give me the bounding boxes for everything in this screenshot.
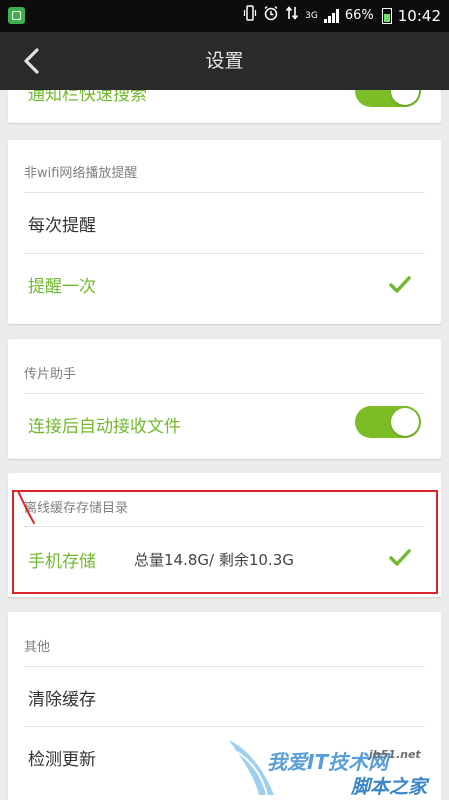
vibrate-icon	[243, 5, 257, 27]
status-icons: 3G 66% 10:42	[243, 5, 441, 27]
clear-cache-row[interactable]: 清除缓存	[24, 666, 425, 727]
watermark-sub: 脚本之家	[351, 776, 428, 798]
page-title: 设置	[205, 50, 244, 72]
battery-icon	[381, 8, 392, 24]
auto-receive-toggle[interactable]	[355, 406, 421, 438]
other-header: 其他	[24, 640, 51, 655]
network-type-label: 3G	[305, 11, 318, 21]
annotation-highlight-box	[12, 490, 438, 594]
option-each-label: 每次提醒	[28, 216, 96, 236]
alarm-icon	[263, 5, 279, 27]
transfer-helper-card: 传片助手 连接后自动接收文件	[8, 339, 441, 459]
non-wifi-header: 非wifi网络播放提醒	[24, 166, 138, 181]
auto-receive-row[interactable]: 连接后自动接收文件	[24, 393, 425, 454]
clear-cache-label: 清除缓存	[28, 690, 96, 710]
watermark: 我爱IT技术网 jb51.net 脚本之家	[219, 730, 449, 800]
signal-icon	[323, 9, 339, 23]
app-header: 设置	[0, 32, 449, 90]
app-notification-icon	[8, 7, 25, 24]
non-wifi-card: 非wifi网络播放提醒 每次提醒 提醒一次	[8, 140, 441, 324]
annotation-pen-stroke	[17, 490, 35, 524]
check-update-label: 检测更新	[28, 750, 96, 770]
option-once[interactable]: 提醒一次	[24, 253, 425, 314]
quick-search-card: 通知栏快速搜索	[8, 90, 441, 123]
option-each-time[interactable]: 每次提醒	[24, 192, 425, 253]
quick-search-toggle[interactable]	[355, 90, 421, 107]
toggle-knob	[391, 90, 419, 105]
data-transfer-icon	[285, 5, 299, 27]
settings-list[interactable]: 通知栏快速搜索 非wifi网络播放提醒 每次提醒 提醒一次 传片助手 连接后自动…	[0, 90, 449, 800]
quick-search-label: 通知栏快速搜索	[28, 90, 147, 105]
battery-percent: 66%	[344, 8, 374, 23]
watermark-url: jb51.net	[369, 748, 421, 761]
toggle-knob	[391, 408, 419, 436]
auto-receive-label: 连接后自动接收文件	[28, 417, 181, 437]
clock: 10:42	[397, 7, 441, 25]
check-icon	[389, 276, 411, 294]
transfer-helper-header: 传片助手	[24, 367, 77, 382]
option-once-label: 提醒一次	[28, 277, 96, 297]
status-bar: 3G 66% 10:42	[0, 0, 449, 32]
